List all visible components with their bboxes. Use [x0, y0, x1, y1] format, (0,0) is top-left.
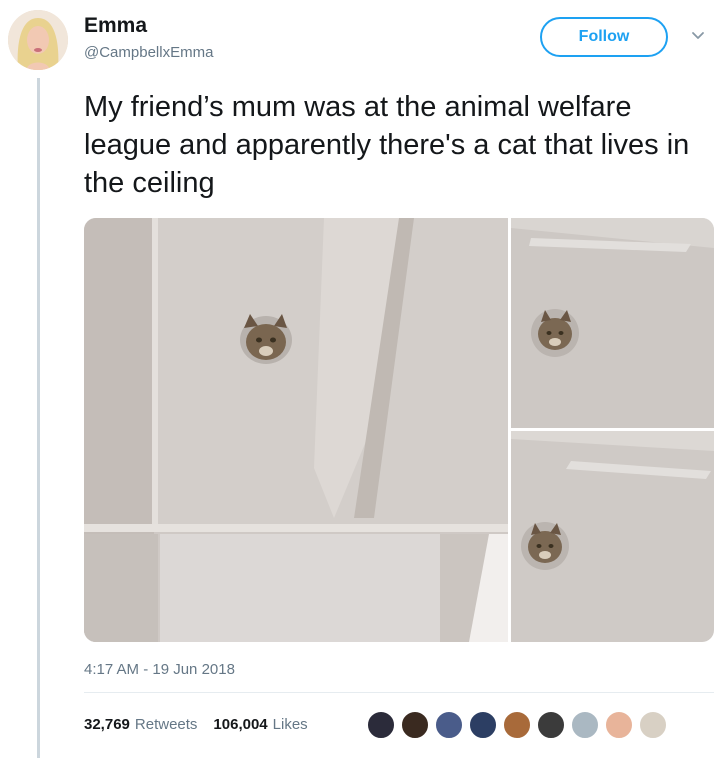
liker-avatar[interactable] — [366, 710, 396, 740]
divider — [84, 692, 714, 693]
avatar[interactable] — [8, 10, 68, 70]
likes-stat[interactable]: 106,004 Likes — [213, 716, 307, 733]
tweet-stats: 32,769 Retweets 106,004 Likes — [84, 716, 308, 733]
tweet-media[interactable] — [84, 218, 714, 642]
retweets-count: 32,769 — [84, 716, 130, 733]
cat-ceiling-photo-top-right[interactable] — [511, 218, 714, 428]
liker-avatar[interactable] — [604, 710, 634, 740]
tweet-text: My friend’s mum was at the animal welfar… — [84, 91, 690, 199]
liker-avatar[interactable] — [468, 710, 498, 740]
tweet-timestamp[interactable]: 4:17 AM - 19 Jun 2018 — [84, 661, 235, 678]
cat-ceiling-photo-main[interactable] — [84, 218, 508, 642]
liker-avatar[interactable] — [502, 710, 532, 740]
liker-avatar[interactable] — [570, 710, 600, 740]
retweets-label: Retweets — [134, 716, 198, 733]
likers-avatars — [366, 710, 672, 740]
chevron-down-icon[interactable] — [688, 26, 708, 46]
retweets-stat[interactable]: 32,769 Retweets — [84, 716, 197, 733]
liker-avatar[interactable] — [638, 710, 668, 740]
cat-ceiling-photo-bottom-right[interactable] — [511, 431, 714, 642]
likes-count: 106,004 — [213, 716, 268, 733]
likes-label: Likes — [272, 716, 308, 733]
liker-avatar[interactable] — [400, 710, 430, 740]
follow-button[interactable]: Follow — [540, 17, 668, 57]
display-name[interactable]: Emma — [84, 14, 147, 38]
thread-line — [37, 78, 40, 758]
liker-avatar[interactable] — [434, 710, 464, 740]
user-handle[interactable]: @CampbellxEmma — [84, 44, 213, 61]
liker-avatar[interactable] — [536, 710, 566, 740]
